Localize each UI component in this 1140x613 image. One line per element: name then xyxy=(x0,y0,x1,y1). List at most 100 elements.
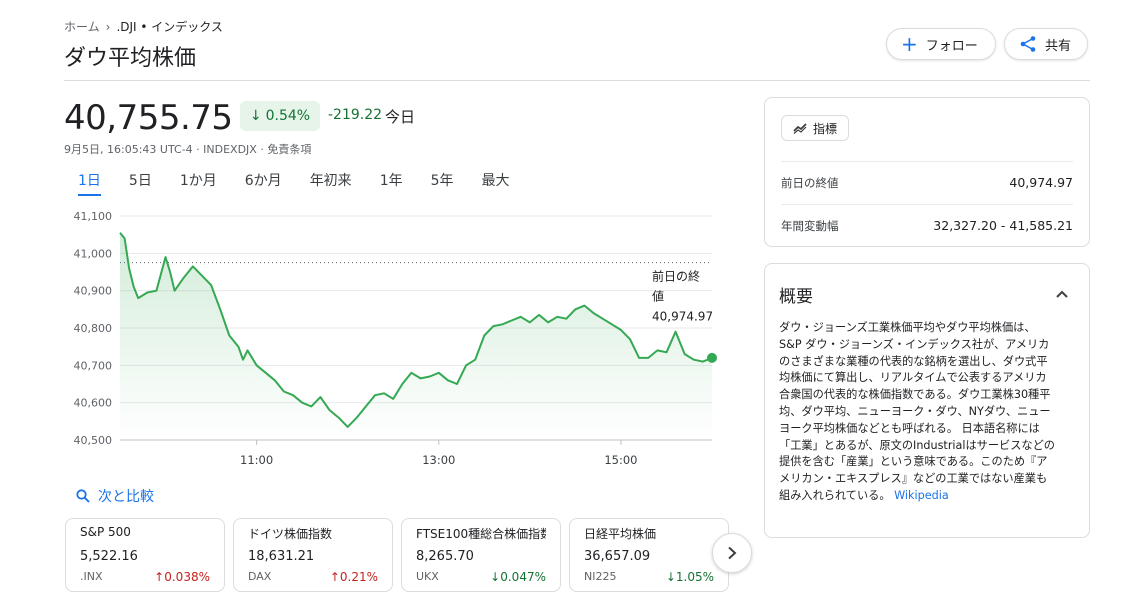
compare-card-symbol: DAX xyxy=(248,570,272,583)
share-label: 共有 xyxy=(1045,38,1072,54)
arrow-down-icon: ↓ xyxy=(249,108,262,124)
compare-card-value: 8,265.70 xyxy=(416,549,474,564)
compare-card-change: ↑0.21% xyxy=(329,570,378,584)
share-button[interactable]: 共有 xyxy=(1004,28,1088,60)
arrow-down-icon: ↓ xyxy=(490,570,501,584)
about-line: 均株価にて算出し、リアルタイムで公表するアメリカ xyxy=(779,371,1047,385)
y-tick-label: 40,900 xyxy=(74,285,113,298)
stat-label: 年間変動幅 xyxy=(781,218,839,233)
y-axis-ticks: 41,100 41,000 40,900 40,800 40,700 40,600 40,5… xyxy=(74,210,113,447)
collapse-button[interactable] xyxy=(1055,284,1069,303)
compare-card-name: FTSE100種総合株価指数 xyxy=(416,527,546,541)
indicators-chip[interactable]: 指標 xyxy=(781,115,849,141)
compare-card-symbol: NI225 xyxy=(584,570,617,583)
tab-1y[interactable]: 1年 xyxy=(366,166,417,196)
plus-icon: + xyxy=(901,32,918,56)
tab-5d[interactable]: 5日 xyxy=(115,166,166,196)
follow-label: フォロー xyxy=(925,38,978,54)
title-divider xyxy=(64,80,1090,81)
compare-card-change: ↑0.038% xyxy=(154,570,210,584)
stat-row-previous-close: 前日の終値 40,974.97 xyxy=(781,161,1073,203)
tab-max[interactable]: 最大 xyxy=(468,166,524,196)
range-tabs: 1日 5日 1か月 6か月 年初来 1年 5年 最大 xyxy=(64,166,524,196)
compare-link[interactable]: 次と比較 xyxy=(76,486,154,506)
y-tick-label: 41,000 xyxy=(74,247,113,260)
tab-1m[interactable]: 1か月 xyxy=(166,166,231,196)
y-tick-label: 40,600 xyxy=(74,397,113,410)
compare-card-symbol: .INX xyxy=(80,570,103,583)
about-line: メリカン・エキスプレス』などの工業ではない産業も xyxy=(779,472,1048,486)
arrow-up-icon: ↑ xyxy=(329,570,340,584)
y-tick-label: 40,700 xyxy=(74,359,113,372)
previous-close-label-cont: 値 xyxy=(652,289,664,304)
breadcrumb-separator: › xyxy=(105,19,111,34)
tab-6m[interactable]: 6か月 xyxy=(231,166,296,196)
current-price: 40,755.75 xyxy=(64,98,233,138)
compare-card-ftse100[interactable]: FTSE100種総合株価指数 8,265.70 UKX ↓0.047% xyxy=(401,518,561,592)
stat-label: 前日の終値 xyxy=(781,175,839,190)
about-line: ダウ・ジョーンズ工業株価平均やダウ平均株価は、 xyxy=(779,321,1036,334)
indicators-label: 指標 xyxy=(812,121,837,136)
stat-value: 40,974.97 xyxy=(1009,175,1073,190)
last-price-dot xyxy=(707,352,717,363)
x-axis-ticks: 11:00 13:00 15:00 xyxy=(240,440,638,467)
x-tick-label: 11:00 xyxy=(240,453,273,467)
arrow-up-icon: ↑ xyxy=(154,570,165,584)
about-line: 提供を含む「産業」という意味である。このため『ア xyxy=(779,455,1048,469)
y-tick-label: 40,500 xyxy=(74,434,113,447)
previous-close-label: 前日の終 xyxy=(652,269,700,284)
chevron-up-icon xyxy=(1056,290,1068,298)
compare-card-sp500[interactable]: S&P 500 5,522.16 .INX ↑0.038% xyxy=(65,518,225,592)
compare-card-change: ↓1.05% xyxy=(665,570,714,584)
compare-card-name: 日経平均株価 xyxy=(584,527,657,541)
chevron-right-icon xyxy=(728,546,737,560)
price-chart[interactable]: 41,100 41,000 40,900 40,800 40,700 40,600 40,5… xyxy=(64,200,724,470)
x-tick-label: 13:00 xyxy=(422,453,455,467)
compare-card-nikkei[interactable]: 日経平均株価 36,657.09 NI225 ↓1.05% xyxy=(569,518,729,592)
search-icon xyxy=(76,489,90,503)
compare-card-symbol: UKX xyxy=(416,570,439,583)
stat-value: 32,327.20 - 41,585.21 xyxy=(933,218,1073,233)
arrow-down-icon: ↓ xyxy=(665,570,676,584)
change-period: 今日 xyxy=(385,108,416,126)
compare-card-name: S&P 500 xyxy=(80,525,131,539)
breadcrumb-home[interactable]: ホーム xyxy=(64,18,100,35)
tab-1d[interactable]: 1日 xyxy=(64,166,115,196)
compare-card-name: ドイツ株価指数 xyxy=(248,527,333,541)
compare-card-value: 18,631.21 xyxy=(248,549,315,564)
about-description: ダウ・ジョーンズ工業株価平均やダウ平均株価は、 S&P ダウ・ジョーンズ・インデ… xyxy=(779,320,1079,505)
about-line-last: 組み入れられている。 Wikipedia xyxy=(779,488,949,502)
compare-next-button[interactable] xyxy=(712,533,752,573)
about-line: S&P ダウ・ジョーンズ・インデックス社が、アメリカ xyxy=(779,337,1050,351)
about-panel: 概要 ダウ・ジョーンズ工業株価平均やダウ平均株価は、 S&P ダウ・ジョーンズ・… xyxy=(764,263,1090,538)
breadcrumb: ホーム › .DJI • インデックス xyxy=(64,18,223,35)
about-line: ヨーク平均株価などとも呼ばれる。 日本語名称には xyxy=(779,421,1040,435)
compare-label: 次と比較 xyxy=(98,489,154,505)
change-absolute: -219.22 xyxy=(328,107,383,123)
trend-icon xyxy=(793,123,807,134)
about-line: 均、ダウ平均、ニューヨーク・ダウ、NYダウ、ニュー xyxy=(779,404,1051,418)
about-title: 概要 xyxy=(779,287,813,307)
follow-button[interactable]: + フォロー xyxy=(886,28,996,60)
tab-5y[interactable]: 5年 xyxy=(417,166,468,196)
y-tick-label: 40,800 xyxy=(74,322,113,335)
share-icon xyxy=(1020,36,1036,52)
about-line: 「工業」とあるが、原文のIndustrialはサービスなどの xyxy=(779,438,1055,452)
x-tick-label: 15:00 xyxy=(604,453,637,467)
page-title: ダウ平均株価 xyxy=(64,46,197,71)
compare-card-dax[interactable]: ドイツ株価指数 18,631.21 DAX ↑0.21% xyxy=(233,518,393,592)
compare-card-change: ↓0.047% xyxy=(490,570,546,584)
key-stats-panel: 指標 前日の終値 40,974.97 年間変動幅 32,327.20 - 41,… xyxy=(764,97,1090,247)
price-area xyxy=(120,232,712,440)
compare-card-value: 5,522.16 xyxy=(80,549,138,564)
change-percent-badge: ↓ 0.54% xyxy=(240,101,320,131)
y-tick-label: 41,100 xyxy=(74,210,113,223)
about-line: のさまざまな業種の代表的な銘柄を選出し、ダウ式平 xyxy=(779,354,1048,368)
tab-ytd[interactable]: 年初来 xyxy=(296,166,366,196)
previous-close-value: 40,974.97 xyxy=(652,310,713,324)
wikipedia-link[interactable]: Wikipedia xyxy=(894,489,949,502)
stat-row-year-range: 年間変動幅 32,327.20 - 41,585.21 xyxy=(781,204,1073,246)
compare-card-value: 36,657.09 xyxy=(584,549,651,564)
about-line: 合衆国の代表的な株価指数である。ダウ工業株30種平 xyxy=(779,388,1051,402)
change-percent: 0.54% xyxy=(265,108,311,124)
